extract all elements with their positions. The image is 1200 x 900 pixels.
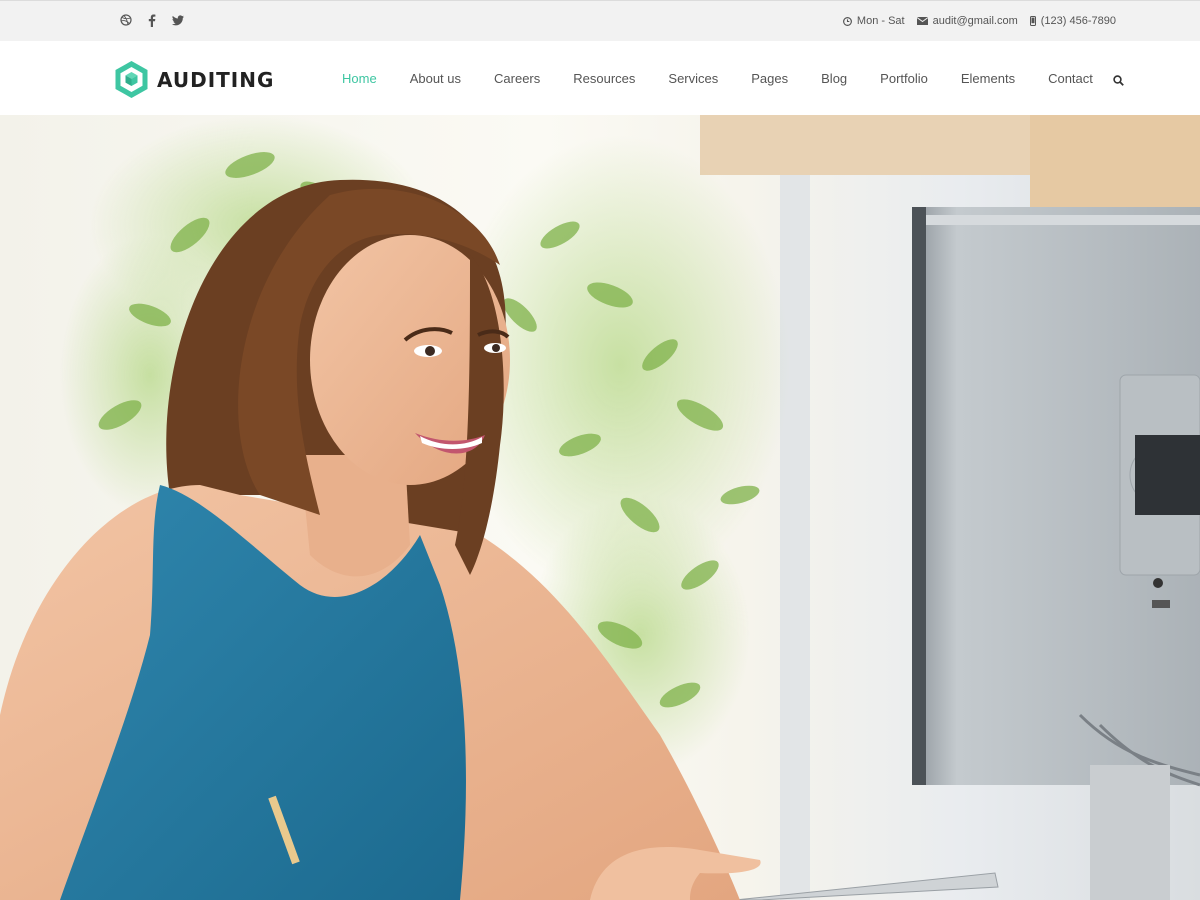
hero-banner — [0, 115, 1200, 900]
phone-number[interactable]: (123) 456-7890 — [1041, 15, 1116, 27]
site-header: AUDITING Home About us Careers Resources… — [0, 41, 1200, 115]
nav-item-services[interactable]: Services — [668, 71, 718, 86]
search-icon[interactable] — [1113, 73, 1124, 91]
dribbble-icon[interactable] — [120, 13, 132, 27]
email-item[interactable]: audit@gmail.com — [916, 15, 1018, 27]
nav-item-home[interactable]: Home — [342, 71, 377, 86]
logo-text: AUDITING — [157, 67, 275, 92]
nav-item-resources[interactable]: Resources — [573, 71, 635, 86]
contact-info: Mon - Sat audit@gmail.com (123) 456-7890 — [842, 15, 1116, 27]
social-links — [120, 13, 184, 27]
nav-item-pages[interactable]: Pages — [751, 71, 788, 86]
hours-item: Mon - Sat — [842, 15, 905, 27]
twitter-icon[interactable] — [172, 13, 184, 27]
nav-item-contact[interactable]: Contact — [1048, 71, 1093, 86]
site-logo[interactable]: AUDITING — [114, 60, 274, 99]
clock-icon — [842, 16, 852, 26]
main-nav: Home About us Careers Resources Services… — [342, 71, 1126, 86]
phone-item[interactable]: (123) 456-7890 — [1029, 15, 1116, 27]
envelope-icon — [916, 17, 928, 25]
mobile-phone-icon — [1029, 16, 1036, 26]
hours-text: Mon - Sat — [856, 15, 905, 27]
nav-item-blog[interactable]: Blog — [821, 71, 847, 86]
facebook-icon[interactable] — [146, 13, 158, 27]
nav-item-portfolio[interactable]: Portfolio — [880, 71, 928, 86]
top-bar: Mon - Sat audit@gmail.com (123) 456-7890 — [0, 0, 1200, 41]
woman-at-computer-photo — [0, 115, 1200, 900]
email-link[interactable]: audit@gmail.com — [933, 15, 1018, 27]
hexagon-cube-logo-icon — [115, 61, 148, 98]
nav-item-about-us[interactable]: About us — [410, 71, 461, 86]
nav-item-elements[interactable]: Elements — [961, 71, 1015, 86]
monitor — [912, 207, 1200, 900]
nav-item-careers[interactable]: Careers — [494, 71, 540, 86]
